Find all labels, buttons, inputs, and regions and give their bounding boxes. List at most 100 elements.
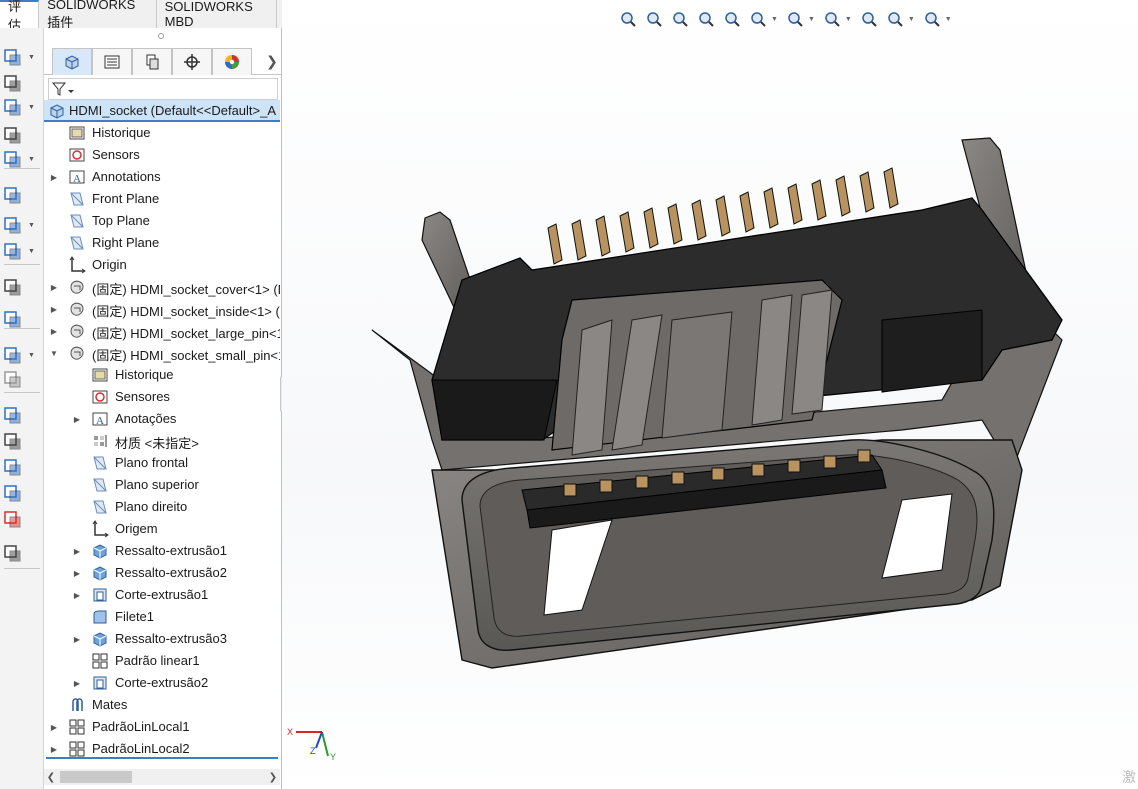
dropdown-caret-icon[interactable]: ▼ xyxy=(28,248,35,255)
expand-caret-icon[interactable]: ▶ xyxy=(72,634,82,644)
graphics-viewport[interactable]: ▼ ▼ ▼ ▼ ▼ X Y Z 激 xyxy=(282,0,1138,789)
tree-item[interactable]: Origin xyxy=(44,254,280,276)
more-tabs-chevron-icon[interactable]: ❯ xyxy=(262,48,282,74)
exploded-view-button[interactable] xyxy=(2,456,42,478)
tree-item[interactable]: ▶ Ressalto-extrusão1 xyxy=(44,540,280,562)
pattern-tool-button[interactable]: ▼ xyxy=(2,214,42,236)
tree-item[interactable]: Top Plane xyxy=(44,210,280,232)
tree-item[interactable]: ▶ A Annotations xyxy=(44,166,280,188)
pattern-tool-icon xyxy=(4,217,21,234)
measure-button[interactable]: ▼ xyxy=(2,46,42,68)
tree-item-label: (固定) HDMI_socket_cover<1> (D xyxy=(92,282,280,297)
tree-item[interactable]: ▶ (固定) HDMI_socket_cover<1> (D xyxy=(44,276,280,298)
triad-x-label: X xyxy=(287,727,293,737)
dropdown-caret-icon[interactable]: ▼ xyxy=(28,352,35,359)
expand-caret-icon[interactable]: ▶ xyxy=(72,546,82,556)
expand-caret-icon[interactable]: ▶ xyxy=(49,326,59,336)
tree-item[interactable]: Plano superior xyxy=(44,474,280,496)
tab-dimxpert-manager[interactable] xyxy=(172,48,212,75)
edit-component-button[interactable] xyxy=(2,124,42,146)
tab-property-manager[interactable] xyxy=(92,48,132,75)
mates-icon xyxy=(68,696,86,714)
tab-configuration-manager[interactable] xyxy=(132,48,172,75)
panel-grip[interactable] xyxy=(158,33,164,39)
command-tab-1[interactable]: SOLIDWORKS 插件 xyxy=(39,0,157,30)
insert-component-button[interactable]: ▼ xyxy=(2,148,42,170)
command-tab-2[interactable]: SOLIDWORKS MBD xyxy=(156,0,277,29)
expand-caret-icon[interactable]: ▶ xyxy=(72,678,82,688)
scrollbar-thumb[interactable] xyxy=(60,771,132,783)
scroll-right-icon[interactable]: ❯ xyxy=(266,769,280,785)
dropdown-caret-icon[interactable]: ▼ xyxy=(28,222,35,229)
dropdown-caret-icon[interactable]: ▼ xyxy=(28,104,35,111)
tree-root-row[interactable]: HDMI_socket (Default<<Default>_A xyxy=(44,100,280,122)
expand-caret-icon[interactable]: ▶ xyxy=(72,590,82,600)
tree-item[interactable]: ▶ Ressalto-extrusão2 xyxy=(44,562,280,584)
bill-of-materials-button[interactable] xyxy=(2,430,42,452)
tree-item[interactable]: Plano frontal xyxy=(44,452,280,474)
clip-button[interactable] xyxy=(2,72,42,94)
tree-item[interactable]: Historique xyxy=(44,122,280,144)
pattern-icon xyxy=(68,740,86,758)
tree-item[interactable]: ▶ (固定) HDMI_socket_large_pin<1 xyxy=(44,320,280,342)
horizontal-scrollbar[interactable]: ❮ ❯ xyxy=(44,769,280,785)
reference-geometry-button[interactable] xyxy=(2,368,42,390)
expand-caret-icon[interactable]: ▶ xyxy=(49,744,59,754)
expand-caret-icon[interactable]: ▶ xyxy=(49,172,59,182)
update-button[interactable] xyxy=(2,508,42,530)
dropdown-caret-icon[interactable]: ▼ xyxy=(28,156,35,163)
tree-item-label: Plano superior xyxy=(115,477,199,492)
tree-item[interactable]: Historique xyxy=(44,364,280,386)
expand-caret-icon[interactable]: ▶ xyxy=(49,722,59,732)
layout-button[interactable]: ▼ xyxy=(2,96,42,118)
feature-manager-tabs: ❯ xyxy=(44,48,282,75)
tree-item[interactable]: Mates xyxy=(44,694,280,716)
triad-y-label: Y xyxy=(330,752,336,762)
tree-item[interactable]: 材质 <未指定> xyxy=(44,430,280,452)
layout-icon xyxy=(4,99,21,116)
tree-item[interactable]: Padrão linear1 xyxy=(44,650,280,672)
dropdown-caret-icon[interactable]: ▼ xyxy=(28,54,35,61)
scroll-left-icon[interactable]: ❮ xyxy=(44,769,58,785)
command-tab-0[interactable]: 评估 xyxy=(0,0,40,33)
tree-item[interactable]: Filete1 xyxy=(44,606,280,628)
tree-item[interactable]: ▶ (固定) HDMI_socket_inside<1> (I xyxy=(44,298,280,320)
tree-item[interactable]: Sensores xyxy=(44,386,280,408)
assembly-feature-icon xyxy=(4,347,21,364)
new-motion-button[interactable] xyxy=(2,404,42,426)
tree-item-label: Corte-extrusão2 xyxy=(115,675,209,690)
tree-item[interactable]: ▶ A Anotações xyxy=(44,408,280,430)
tree-item[interactable]: ▶ PadrãoLinLocal1 xyxy=(44,716,280,738)
tree-item-label: Ressalto-extrusão1 xyxy=(115,543,227,558)
tree-item[interactable]: Right Plane xyxy=(44,232,280,254)
tree-item[interactable]: ▶ Corte-extrusão1 xyxy=(44,584,280,606)
collapse-caret-icon[interactable]: ▼ xyxy=(49,348,59,358)
tree-item[interactable]: Plano direito xyxy=(44,496,280,518)
tab-display-manager[interactable] xyxy=(212,48,252,75)
pattern-icon xyxy=(91,652,109,670)
tree-item[interactable]: Sensors xyxy=(44,144,280,166)
tree-item[interactable]: ▶ Ressalto-extrusão3 xyxy=(44,628,280,650)
tab-feature-tree[interactable] xyxy=(52,48,92,75)
expand-caret-icon[interactable]: ▶ xyxy=(49,282,59,292)
tree-item[interactable]: Front Plane xyxy=(44,188,280,210)
instant3d-button[interactable] xyxy=(2,482,42,504)
tree-item-label: Anotações xyxy=(115,411,177,426)
tree-item[interactable]: Origem xyxy=(44,518,280,540)
tree-filter[interactable] xyxy=(48,78,278,100)
expand-caret-icon[interactable]: ▶ xyxy=(72,414,82,424)
move-component-button[interactable] xyxy=(2,276,42,298)
ruler-button[interactable] xyxy=(2,542,42,564)
expand-caret-icon[interactable]: ▶ xyxy=(49,304,59,314)
mate-button[interactable] xyxy=(2,184,42,206)
show-hidden-button[interactable] xyxy=(2,308,42,330)
bill-of-materials-icon xyxy=(4,433,21,450)
tree-item[interactable]: ▶ Corte-extrusão2 xyxy=(44,672,280,694)
feature-tree: HDMI_socket (Default<<Default>_A Historiq… xyxy=(44,100,280,760)
tree-item[interactable]: ▼ (固定) HDMI_socket_small_pin<1 xyxy=(44,342,280,364)
expand-caret-icon[interactable]: ▶ xyxy=(72,568,82,578)
assembly-feature-button[interactable]: ▼ xyxy=(2,344,42,366)
tree-end-marker xyxy=(46,757,278,759)
component-icon xyxy=(68,300,86,318)
smart-fastener-button[interactable]: ▼ xyxy=(2,240,42,262)
